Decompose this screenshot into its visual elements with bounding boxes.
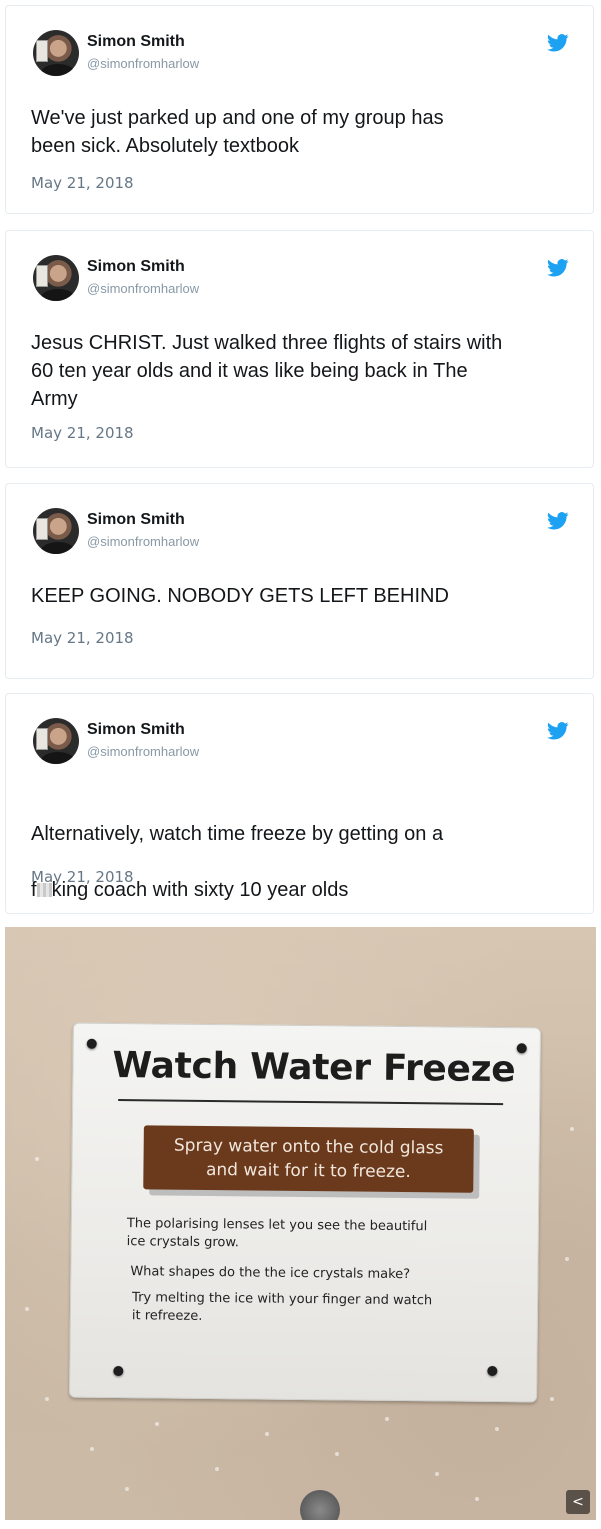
- twitter-bird-icon[interactable]: [547, 259, 569, 277]
- author-handle[interactable]: @simonfromharlow: [87, 744, 199, 759]
- share-icon[interactable]: <: [566, 1490, 590, 1514]
- screw: [487, 1365, 498, 1377]
- sign-paragraph: The polarising lenses let you see the be…: [126, 1216, 428, 1251]
- tweet-card[interactable]: Simon Smith @simonfromharlow Alternative…: [5, 693, 594, 914]
- avatar[interactable]: [33, 508, 79, 554]
- twitter-bird-icon[interactable]: [547, 722, 569, 740]
- avatar[interactable]: [33, 30, 79, 76]
- avatar[interactable]: [33, 718, 79, 764]
- author-name[interactable]: Simon Smith: [87, 721, 185, 739]
- sign-photo: Watch Water Freeze Spray water onto the …: [5, 927, 596, 1520]
- instruction-text: Spray water onto the cold glass and wait…: [173, 1135, 444, 1183]
- author-name[interactable]: Simon Smith: [87, 511, 185, 529]
- tweet-date[interactable]: May 21, 2018: [31, 868, 134, 886]
- tweet-text: Alternatively, watch time freeze by gett…: [31, 792, 571, 932]
- tweet-text: We've just parked up and one of my group…: [31, 107, 444, 157]
- sign-paragraph: What shapes do the the ice crystals make…: [130, 1264, 411, 1283]
- author-handle[interactable]: @simonfromharlow: [87, 56, 199, 71]
- avatar[interactable]: [33, 255, 79, 301]
- tweet-card[interactable]: Simon Smith @simonfromharlow KEEP GOING.…: [5, 483, 594, 679]
- tweet-date[interactable]: May 21, 2018: [31, 174, 134, 192]
- instruction-box: Spray water onto the cold glass and wait…: [143, 1125, 474, 1193]
- tweet-text-line: Alternatively, watch time freeze by gett…: [31, 823, 444, 845]
- tweet-card[interactable]: Simon Smith @simonfromharlow Jesus CHRIS…: [5, 230, 594, 468]
- sign-title: Watch Water Freeze: [112, 1044, 516, 1091]
- tweet-text: KEEP GOING. NOBODY GETS LEFT BEHIND: [31, 585, 449, 607]
- twitter-bird-icon[interactable]: [547, 34, 569, 52]
- tweet-date[interactable]: May 21, 2018: [31, 629, 134, 647]
- info-sign: Watch Water Freeze Spray water onto the …: [69, 1022, 541, 1403]
- author-name[interactable]: Simon Smith: [87, 33, 185, 51]
- tweet-card[interactable]: Simon Smith @simonfromharlow We've just …: [5, 5, 594, 214]
- divider: [118, 1099, 504, 1106]
- author-name[interactable]: Simon Smith: [87, 258, 185, 276]
- twitter-bird-icon[interactable]: [547, 512, 569, 530]
- screw: [86, 1038, 97, 1049]
- sign-paragraph: Try melting the ice with your finger and…: [131, 1290, 433, 1324]
- author-handle[interactable]: @simonfromharlow: [87, 534, 199, 549]
- tap-knob: [300, 1490, 340, 1520]
- author-handle[interactable]: @simonfromharlow: [87, 281, 199, 296]
- tweet-text: Jesus CHRIST. Just walked three flights …: [31, 332, 503, 410]
- screw: [113, 1366, 124, 1377]
- screw: [516, 1043, 527, 1054]
- tweet-date[interactable]: May 21, 2018: [31, 424, 134, 442]
